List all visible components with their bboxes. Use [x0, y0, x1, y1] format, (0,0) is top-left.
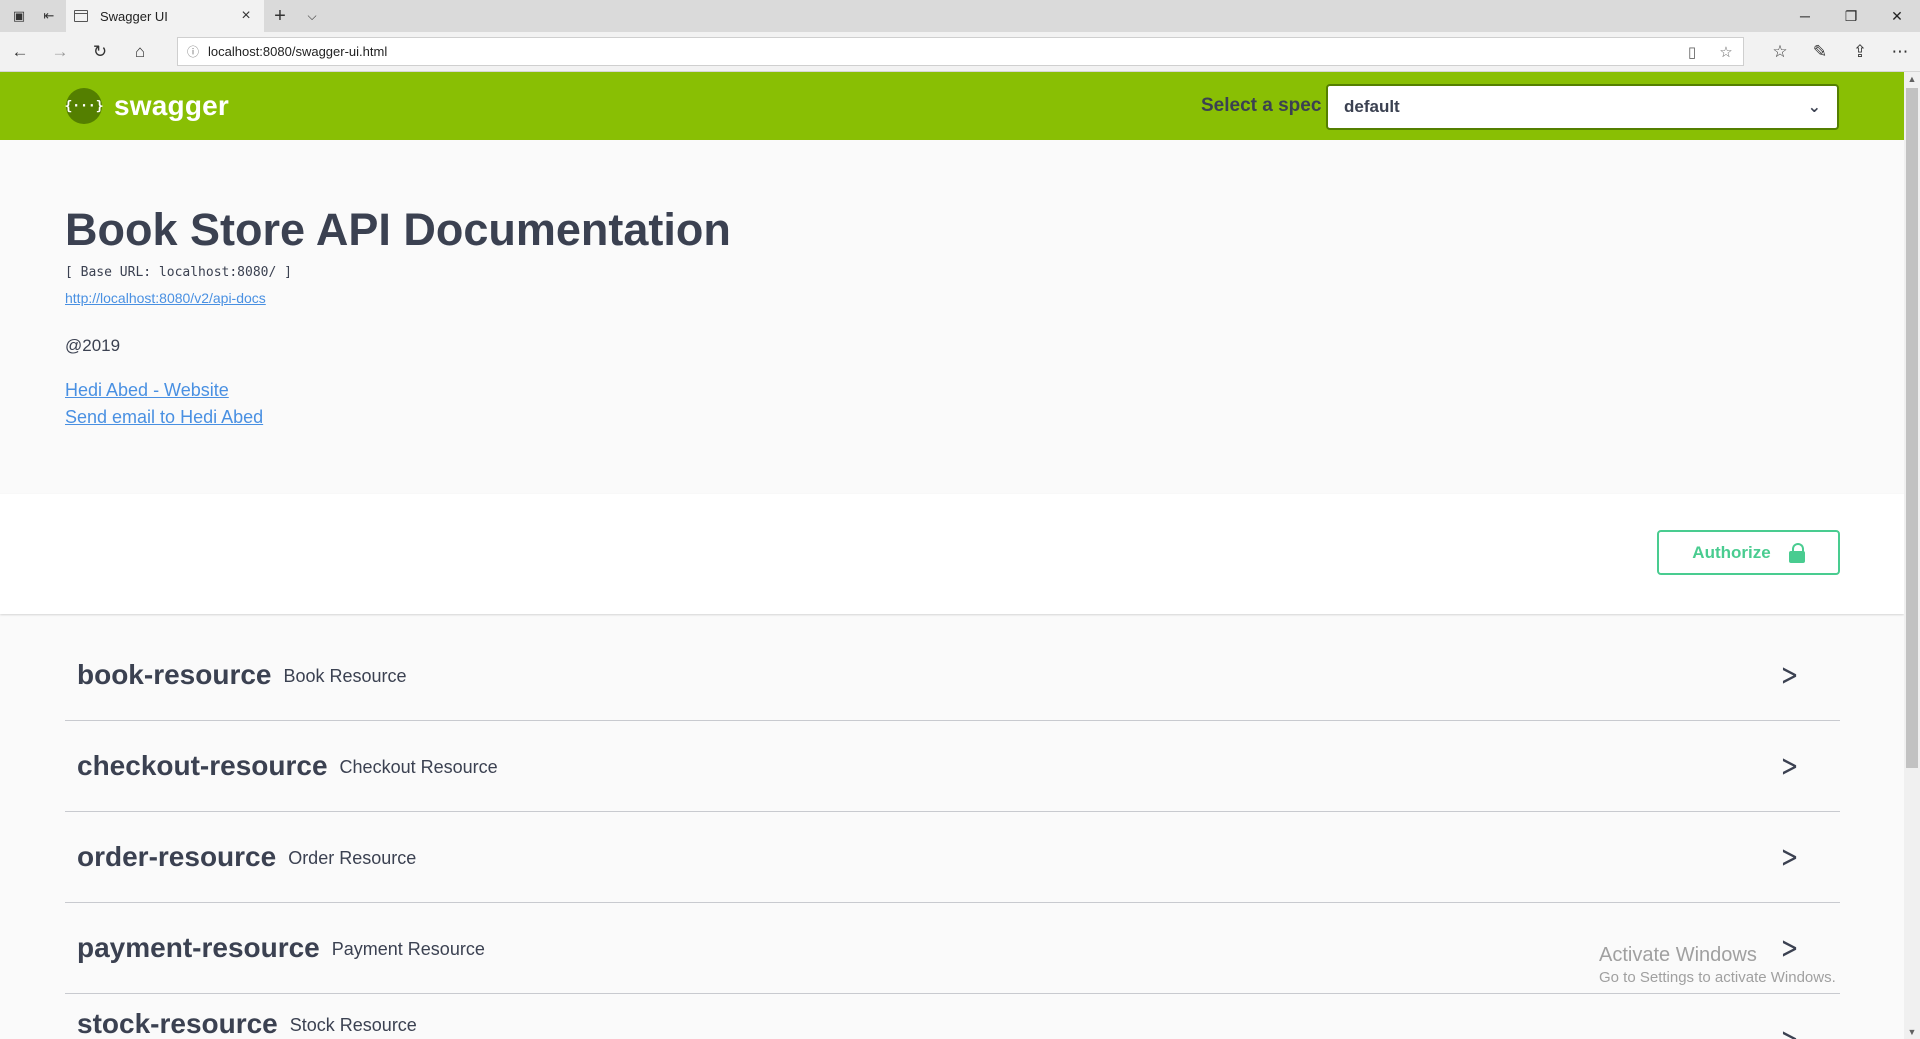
- window-controls: ─ ❐ ✕: [1782, 0, 1920, 32]
- resource-tag-list: book-resource Book Resource > checkout-r…: [65, 630, 1840, 1039]
- share-icon[interactable]: ⇪: [1840, 32, 1880, 72]
- address-bar[interactable]: ⓘ localhost:8080/swagger-ui.html ▯ ☆: [177, 37, 1744, 66]
- lock-icon: [1788, 542, 1805, 563]
- contact-website-link[interactable]: Hedi Abed - Website: [65, 380, 229, 401]
- swagger-topbar: {···} swagger Select a spec default ⌄: [0, 72, 1904, 140]
- close-window-icon[interactable]: ✕: [1874, 0, 1920, 32]
- tag-name: stock-resource: [77, 1008, 278, 1039]
- vertical-scrollbar[interactable]: ▲ ▼: [1904, 72, 1920, 1039]
- pen-icon[interactable]: ✎: [1800, 32, 1840, 72]
- chevron-right-icon: >: [1780, 840, 1799, 875]
- favorites-icon[interactable]: ☆: [1760, 32, 1800, 72]
- home-icon[interactable]: ⌂: [120, 32, 160, 72]
- tag-checkout-resource[interactable]: checkout-resource Checkout Resource >: [65, 721, 1840, 812]
- tag-description: Checkout Resource: [339, 756, 498, 777]
- swagger-logo-text: swagger: [114, 90, 229, 121]
- tag-description: Payment Resource: [331, 938, 485, 959]
- forward-icon[interactable]: →: [40, 32, 80, 72]
- contact-email-link[interactable]: Send email to Hedi Abed: [65, 407, 263, 428]
- browser-tab[interactable]: Swagger UI ×: [66, 0, 264, 32]
- close-tab-icon[interactable]: ×: [236, 7, 256, 25]
- activation-watermark: Activate Windows Go to Settings to activ…: [1599, 944, 1836, 986]
- back-icon[interactable]: ←: [0, 32, 40, 72]
- api-docs-link[interactable]: http://localhost:8080/v2/api-docs: [65, 290, 266, 306]
- tag-description: Order Resource: [288, 847, 417, 868]
- scroll-down-icon[interactable]: ▼: [1904, 1027, 1920, 1037]
- tab-title: Swagger UI: [100, 8, 168, 24]
- tag-description: Book Resource: [283, 665, 407, 686]
- tag-order-resource[interactable]: order-resource Order Resource >: [65, 812, 1840, 903]
- new-tab-icon[interactable]: +: [264, 0, 296, 32]
- tag-name: book-resource: [77, 659, 272, 690]
- spec-label: Select a spec: [1201, 95, 1322, 116]
- tag-description: Stock Resource: [289, 1014, 417, 1035]
- refresh-icon[interactable]: ↻: [80, 32, 120, 72]
- tag-name: checkout-resource: [77, 750, 328, 781]
- watermark-title: Activate Windows: [1599, 944, 1757, 966]
- tab-preview-chevron-icon[interactable]: ⌵: [296, 0, 328, 32]
- page-title: Book Store API Documentation: [65, 204, 731, 255]
- browser-nav-bar: ← → ↻ ⌂ ⓘ localhost:8080/swagger-ui.html…: [0, 32, 1920, 72]
- api-info: Book Store API Documentation [ Base URL:…: [0, 140, 1904, 494]
- chevron-right-icon: >: [1781, 1022, 1799, 1039]
- chevron-right-icon: >: [1780, 658, 1799, 693]
- tag-payment-resource[interactable]: payment-resource Payment Resource >: [65, 903, 1840, 994]
- spec-select[interactable]: default ⌄: [1326, 84, 1839, 130]
- scrollbar-thumb[interactable]: [1906, 88, 1918, 768]
- tag-name: payment-resource: [77, 932, 320, 963]
- authorize-button[interactable]: Authorize: [1657, 530, 1840, 575]
- chevron-down-icon: ⌄: [1807, 99, 1821, 116]
- tag-name: order-resource: [77, 841, 277, 872]
- swagger-logo[interactable]: {···} swagger: [64, 88, 229, 124]
- more-icon[interactable]: ⋯: [1880, 32, 1920, 72]
- site-info-icon[interactable]: ⓘ: [178, 43, 208, 60]
- swagger-logo-icon: {···}: [64, 88, 104, 124]
- chevron-right-icon: >: [1780, 749, 1799, 784]
- watermark-subtitle: Go to Settings to activate Windows.: [1599, 969, 1836, 986]
- set-tabs-aside-icon[interactable]: ⇤: [34, 0, 64, 32]
- spec-select-value: default: [1344, 97, 1400, 116]
- address-url[interactable]: localhost:8080/swagger-ui.html: [208, 44, 1675, 59]
- minimize-icon[interactable]: ─: [1782, 0, 1828, 32]
- browser-tab-bar: ▣ ⇤ Swagger UI × + ⌵ ─ ❐ ✕: [0, 0, 1920, 32]
- reading-view-icon[interactable]: ▯: [1675, 43, 1709, 61]
- maximize-icon[interactable]: ❐: [1828, 0, 1874, 32]
- favorite-star-icon[interactable]: ☆: [1709, 43, 1743, 61]
- base-url: [ Base URL: localhost:8080/ ]: [65, 265, 292, 280]
- tab-actions: ▣ ⇤: [0, 0, 66, 32]
- copyright-text: @2019: [65, 336, 121, 355]
- tag-book-resource[interactable]: book-resource Book Resource >: [65, 630, 1840, 721]
- scroll-up-icon[interactable]: ▲: [1904, 74, 1920, 84]
- authorize-label: Authorize: [1692, 542, 1771, 562]
- page-icon: [74, 10, 88, 22]
- tag-stock-resource[interactable]: stock-resource Stock Resource >: [65, 994, 1840, 1039]
- scheme-container: Authorize: [0, 494, 1904, 614]
- tabs-aside-icon[interactable]: ▣: [4, 0, 34, 32]
